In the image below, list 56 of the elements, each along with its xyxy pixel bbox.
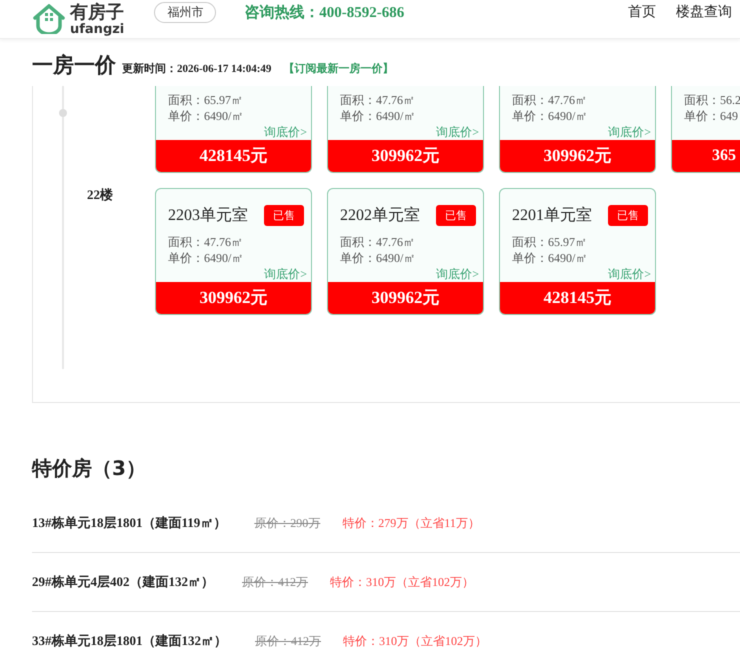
unit-card[interactable]: 面积：56.2 单价：649 365 [671, 86, 740, 173]
original-price: 原价：412万 [242, 574, 308, 590]
total-price-bar: 309962元 [500, 140, 655, 172]
original-price: 原价：290万 [254, 514, 320, 532]
section-title: 特价房（3） [32, 455, 147, 482]
unit-price-text: 单价：649 [684, 108, 739, 124]
unit-card[interactable]: 面积：47.76㎡ 单价：6490/㎡ 询底价> 309962元 [499, 86, 656, 173]
logo-subtitle: ufangzi [70, 23, 124, 36]
room-title: 2202单元室 [340, 206, 420, 226]
unit-price-text: 单价：6490/㎡ [168, 250, 244, 266]
total-price-bar: 309962元 [156, 282, 311, 314]
area-text: 面积：56.2 [684, 92, 740, 108]
unit-price-text: 单价：6490/㎡ [340, 250, 416, 266]
unit-card[interactable]: 2203单元室 已售 面积：47.76㎡ 单价：6490/㎡ 询底价> 309962元 [155, 188, 312, 315]
original-price: 原价：412万 [255, 632, 321, 650]
room-title: 2203单元室 [168, 206, 248, 226]
listing-title[interactable]: 33#栋单元18层1801（建面132㎡） [32, 632, 227, 650]
nav-link[interactable]: 楼盘查询 [676, 3, 732, 21]
total-price-bar: 309962元 [328, 140, 483, 172]
section-title: 一房一价 [32, 52, 116, 79]
unit-price-text: 单价：6490/㎡ [168, 108, 244, 124]
sold-badge: 已售 [436, 205, 476, 226]
area-text: 面积：47.76㎡ [340, 92, 416, 108]
total-price-bar: 309962元 [328, 282, 483, 314]
timeline-dot [59, 109, 67, 117]
unit-card[interactable]: 面积：47.76㎡ 单价：6490/㎡ 询底价> 309962元 [327, 86, 484, 173]
special-price: 特价：279万（立省11万） [342, 514, 480, 532]
total-price-bar: 428145元 [500, 282, 655, 314]
area-text: 面积：47.76㎡ [340, 234, 416, 250]
sold-badge: 已售 [608, 205, 648, 226]
area-text: 面积：65.97㎡ [168, 92, 244, 108]
area-text: 面积：47.76㎡ [168, 234, 244, 250]
unit-price-text: 单价：6490/㎡ [512, 250, 588, 266]
floor-label: 22楼 [87, 187, 113, 202]
unit-price-text: 单价：6490/㎡ [340, 108, 416, 124]
house-logo-icon [32, 4, 66, 34]
area-text: 面积：47.76㎡ [512, 92, 588, 108]
total-price-bar: 428145元 [156, 140, 311, 172]
unit-card[interactable]: 2202单元室 已售 面积：47.76㎡ 单价：6490/㎡ 询底价> 309962元 [327, 188, 484, 315]
room-title: 2201单元室 [512, 206, 592, 226]
special-price: 特价：310万（立省102万） [343, 632, 487, 650]
city-selector[interactable]: 福州市 [154, 2, 216, 22]
area-text: 面积：65.97㎡ [512, 234, 588, 250]
listing-title[interactable]: 13#栋单元18层1801（建面119㎡） [32, 514, 226, 532]
unit-price-text: 单价：6490/㎡ [512, 108, 588, 124]
logo-text: 有房子 [70, 2, 124, 23]
update-time: 更新时间：2026-06-17 14:04:49 [122, 62, 272, 76]
hotline-text: 咨询热线：400-8592-686 [244, 3, 404, 22]
subscribe-link[interactable]: 【订阅最新一房一价】 [283, 61, 394, 76]
unit-card[interactable]: 面积：65.97㎡ 单价：6490/㎡ 询底价> 428145元 [155, 86, 312, 173]
nav-link[interactable]: 首页 [628, 3, 656, 21]
unit-card[interactable]: 2201单元室 已售 面积：65.97㎡ 单价：6490/㎡ 询底价> 428145元 [499, 188, 656, 315]
sold-badge: 已售 [264, 205, 304, 226]
special-price: 特价：310万（立省102万） [330, 574, 474, 590]
total-price-bar: 365 [672, 140, 740, 172]
listing-title[interactable]: 29#栋单元4层402（建面132㎡） [32, 573, 214, 591]
